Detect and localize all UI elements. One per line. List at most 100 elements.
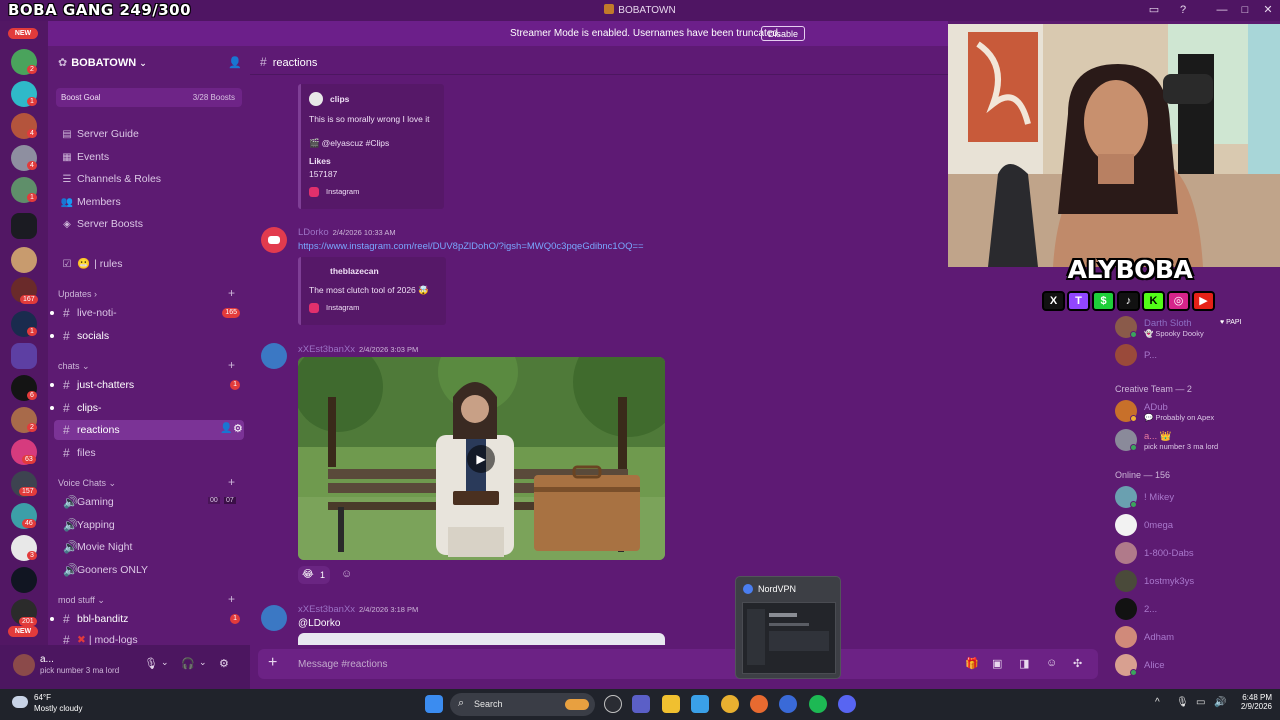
server-badge: 1: [27, 193, 37, 202]
tray-overflow-icon[interactable]: ^: [1155, 697, 1160, 708]
voice-channel-gooners-only[interactable]: 🔊 Gooners ONLY: [54, 560, 244, 580]
help-icon[interactable]: ?: [1174, 2, 1192, 18]
message-author[interactable]: LDorko: [298, 227, 329, 238]
category-chats[interactable]: chats ⌄: [58, 361, 90, 372]
close-button[interactable]: ✕: [1259, 2, 1277, 18]
voice-channel-movie-night[interactable]: 🔊 Movie Night: [54, 537, 244, 557]
teams-icon[interactable]: [632, 695, 650, 713]
channel-files[interactable]: # files: [54, 443, 244, 463]
server-name-header[interactable]: ✿ BOBATOWN ⌄: [58, 56, 147, 69]
server-badge: 4: [27, 129, 37, 138]
obs-icon[interactable]: [604, 695, 622, 713]
rules-channel[interactable]: ☑ 😬 | rules: [60, 257, 123, 275]
member-item[interactable]: P...: [1115, 344, 1275, 368]
member-item[interactable]: Alice: [1115, 654, 1275, 678]
message-author[interactable]: xXEst3banXx: [298, 604, 355, 615]
member-item[interactable]: a... 👑 pick number 3 ma lord: [1115, 429, 1275, 453]
add-attachment-icon[interactable]: +: [268, 654, 277, 672]
headphones-icon[interactable]: 🎧: [181, 657, 195, 670]
message-link[interactable]: https://www.instagram.com/reel/DUV8pZlDo…: [298, 241, 644, 252]
member-item[interactable]: Adham: [1115, 626, 1275, 650]
emoji-picker-icon[interactable]: ☺: [1046, 657, 1057, 669]
online-status-icon: [1130, 669, 1137, 676]
channel-just-chatters[interactable]: # just-chatters 1: [50, 375, 244, 395]
network-icon[interactable]: ▭: [1196, 697, 1205, 708]
file-explorer-icon[interactable]: [662, 695, 680, 713]
server-boosts-link[interactable]: ◈ Server Boosts: [60, 218, 143, 236]
channel-mod-logs[interactable]: # ✖ | mod-logs: [54, 630, 244, 645]
copilot-icon[interactable]: [691, 695, 709, 713]
instagram-embed[interactable]: clips This is so morally wrong I love it…: [298, 84, 444, 209]
video-attachment[interactable]: ▶: [298, 357, 665, 560]
voice-channel-gaming[interactable]: 🔊 Gaming 00 07: [54, 492, 244, 512]
add-channel-icon[interactable]: +: [228, 592, 235, 606]
chrome-icon[interactable]: [721, 695, 739, 713]
chevron-down-icon[interactable]: ⌄: [199, 657, 207, 668]
member-item[interactable]: ADub 💬 Probably on Apex: [1115, 400, 1275, 424]
apps-icon[interactable]: ✣: [1073, 657, 1082, 670]
chevron-down-icon[interactable]: ⌄: [161, 657, 169, 668]
channel-reactions[interactable]: # reactions 👤 ⚙: [54, 420, 244, 440]
member-item[interactable]: 1-800-Dabs: [1115, 542, 1275, 566]
channel-bbl-banditz[interactable]: # bbl-banditz 1: [50, 609, 244, 629]
microphone-icon[interactable]: 🎙: [144, 657, 158, 670]
server-icon[interactable]: [11, 343, 37, 369]
server-guide-link[interactable]: ▤ Server Guide: [60, 128, 139, 146]
add-member-icon[interactable]: 👤: [220, 423, 232, 434]
message-author[interactable]: xXEst3banXx: [298, 344, 355, 355]
members-link[interactable]: 👥 Members: [60, 196, 121, 214]
maximize-button[interactable]: □: [1236, 2, 1254, 18]
add-reaction-icon[interactable]: ☺: [338, 566, 356, 584]
spotify-icon[interactable]: [809, 695, 827, 713]
add-channel-icon[interactable]: +: [228, 286, 235, 300]
server-icon[interactable]: [11, 213, 37, 239]
avatar[interactable]: [261, 605, 287, 631]
play-icon[interactable]: ▶: [467, 445, 495, 473]
clock[interactable]: 6:48 PM 2/9/2026: [1230, 693, 1272, 711]
member-item[interactable]: 1ostmyk3ys: [1115, 570, 1275, 594]
instagram-embed[interactable]: theblazecan The most clutch tool of 2026…: [298, 257, 446, 325]
boost-goal-bar[interactable]: Boost Goal 3/28 Boosts: [56, 88, 242, 107]
message-timestamp: 2/4/2026 3:18 PM: [359, 605, 419, 614]
invite-icon[interactable]: 👤: [228, 56, 242, 69]
server-icon[interactable]: [11, 567, 37, 593]
disable-streamer-mode-button[interactable]: Disable: [761, 26, 806, 41]
reaction-pill[interactable]: 😂 1: [298, 566, 330, 584]
inbox-icon[interactable]: ▭: [1145, 2, 1163, 18]
gif-icon[interactable]: ▣: [992, 657, 1002, 670]
minimize-button[interactable]: —: [1213, 2, 1231, 18]
channel-clips[interactable]: # clips-: [50, 398, 244, 418]
add-channel-icon[interactable]: +: [228, 358, 235, 372]
add-channel-icon[interactable]: +: [228, 475, 235, 489]
member-item[interactable]: Darth Sloth 👻 Spooky Dooky ♥ PAPI: [1115, 316, 1275, 340]
start-button[interactable]: [425, 695, 443, 713]
server-icon[interactable]: [11, 247, 37, 273]
category-updates[interactable]: Updates ›: [58, 289, 97, 299]
events-link[interactable]: ▦ Events: [60, 151, 109, 169]
channel-live-noti[interactable]: # live-noti- 165: [50, 303, 244, 323]
category-mod-stuff[interactable]: mod stuff ⌄: [58, 595, 105, 606]
sticker-icon[interactable]: ◨: [1019, 657, 1029, 670]
gift-icon[interactable]: 🎁: [965, 657, 979, 670]
category-voice-chats[interactable]: Voice Chats ⌄: [58, 478, 116, 489]
voice-channel-yapping[interactable]: 🔊 Yapping: [54, 515, 244, 535]
volume-icon[interactable]: 🔊: [1214, 697, 1226, 708]
attachment-preview[interactable]: [298, 633, 665, 645]
message-composer[interactable]: + Message #reactions 🎁 ▣ ◨ ☺ ✣: [258, 649, 1098, 679]
server-glyph-icon: ✿: [58, 57, 68, 69]
avatar[interactable]: [261, 343, 287, 369]
nordvpn-taskbar-icon[interactable]: [779, 695, 797, 713]
member-item[interactable]: 2...: [1115, 598, 1275, 622]
channels-roles-link[interactable]: ☰ Channels & Roles: [60, 173, 162, 191]
member-item[interactable]: ! Mikey: [1115, 486, 1275, 510]
taskbar-preview-nordvpn[interactable]: NordVPN: [735, 576, 841, 679]
channel-socials[interactable]: # socials: [50, 326, 244, 346]
firefox-icon[interactable]: [750, 695, 768, 713]
discord-icon[interactable]: [838, 695, 856, 713]
taskbar-search[interactable]: ⌕ Search: [450, 693, 595, 716]
gear-icon[interactable]: ⚙: [219, 657, 229, 670]
avatar[interactable]: [13, 654, 35, 676]
member-item[interactable]: 0mega: [1115, 514, 1275, 538]
gear-icon[interactable]: ⚙: [233, 422, 243, 435]
microphone-icon[interactable]: 🎙: [1176, 697, 1189, 708]
